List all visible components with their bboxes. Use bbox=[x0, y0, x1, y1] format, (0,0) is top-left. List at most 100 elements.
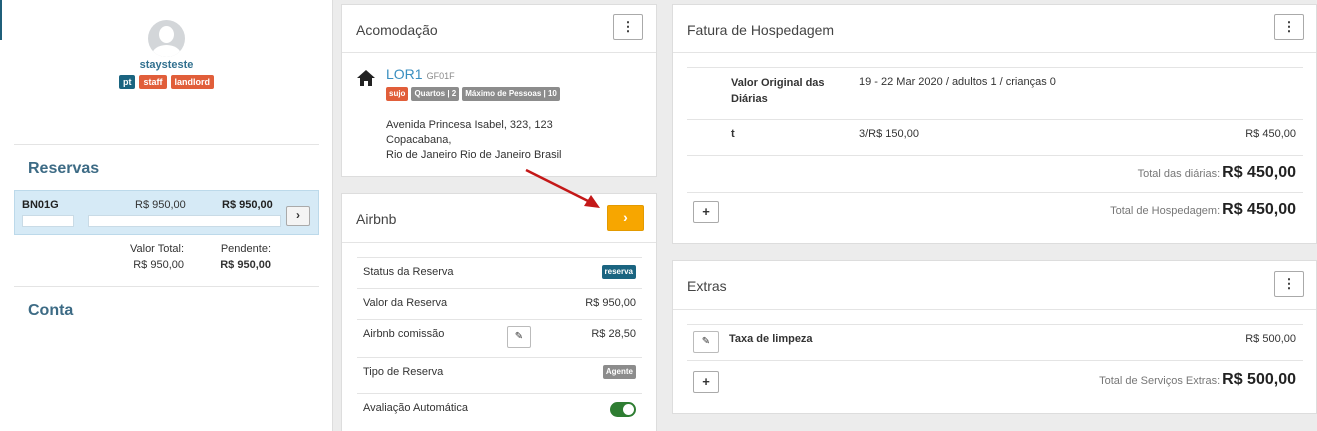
avatar[interactable] bbox=[148, 20, 185, 57]
extra-item-name: Taxa de limpeza bbox=[729, 333, 813, 345]
divider bbox=[673, 52, 1316, 53]
badge-language: pt bbox=[118, 75, 136, 89]
tag-rooms: Quartos | 2 bbox=[411, 87, 460, 101]
unit-tags: sujo Quartos | 2 Máximo de Pessoas | 10 bbox=[386, 87, 563, 101]
username: staysteste bbox=[139, 59, 194, 71]
airbnb-row-status: Status da Reserva reserva bbox=[357, 257, 642, 288]
reservation-row[interactable]: BN01G R$ 950,00 R$ 950,00 › bbox=[14, 190, 319, 235]
tag-status: sujo bbox=[386, 87, 409, 101]
commission-amount: R$ 28,50 bbox=[591, 328, 636, 340]
airbnb-row-type: Tipo de Reserva Agente bbox=[357, 357, 642, 388]
add-extra-button[interactable]: + bbox=[693, 371, 719, 393]
value-label: Valor da Reserva bbox=[363, 297, 448, 309]
reservas-title: Reservas bbox=[28, 160, 100, 177]
commission-label: Airbnb comissão bbox=[363, 328, 445, 340]
kebab-icon: ⋮ bbox=[1282, 19, 1296, 34]
invoice-panel: Fatura de Hospedagem ⋮ Valor Original da… bbox=[672, 4, 1317, 244]
divider bbox=[14, 144, 319, 145]
value-amount: R$ 950,00 bbox=[585, 297, 636, 309]
extra-item-value: R$ 500,00 bbox=[1245, 333, 1296, 345]
plus-icon: + bbox=[702, 374, 710, 389]
airbnb-title: Airbnb bbox=[356, 211, 397, 227]
sidebar-edge bbox=[0, 0, 2, 40]
total-extras-value: R$ 500,00 bbox=[1222, 371, 1296, 388]
total-diarias-label: Total das diárias: bbox=[1137, 168, 1221, 180]
annotation-arrow-icon bbox=[525, 168, 600, 208]
edit-commission-button[interactable]: ✎ bbox=[507, 326, 531, 348]
divider bbox=[687, 67, 1303, 68]
invoice-title: Fatura de Hospedagem bbox=[687, 22, 835, 38]
edit-extra-button[interactable]: ✎ bbox=[693, 331, 719, 353]
total-hospedagem: Total de Hospedagem: R$ 450,00 bbox=[1110, 201, 1296, 219]
type-badge: Agente bbox=[602, 365, 636, 379]
airbnb-row-value: Valor da Reserva R$ 950,00 bbox=[357, 288, 642, 319]
status-label: Status da Reserva bbox=[363, 266, 454, 278]
divider bbox=[687, 192, 1303, 193]
home-icon bbox=[357, 70, 375, 86]
total-hospedagem-label: Total de Hospedagem: bbox=[1110, 205, 1221, 217]
total-extras-label: Total de Serviços Extras: bbox=[1099, 375, 1221, 387]
total-label: Valor Total: bbox=[129, 243, 184, 255]
auto-review-label: Avaliação Automática bbox=[363, 402, 468, 414]
reservation-value: R$ 950,00 bbox=[135, 199, 186, 211]
unit-name[interactable]: LOR1 bbox=[386, 66, 423, 82]
airbnb-row-auto-review: Avaliação Automática bbox=[357, 393, 642, 424]
invoice-menu-button[interactable]: ⋮ bbox=[1274, 14, 1304, 40]
extras-title: Extras bbox=[687, 278, 727, 294]
original-value-label: Valor Original das Diárias bbox=[731, 77, 825, 105]
total-diarias: Total das diárias: R$ 450,00 bbox=[1138, 164, 1296, 182]
kebab-icon: ⋮ bbox=[621, 19, 635, 34]
type-label: Tipo de Reserva bbox=[363, 366, 444, 378]
line-name: t bbox=[731, 128, 735, 140]
divider bbox=[673, 309, 1316, 310]
pencil-icon: ✎ bbox=[514, 331, 524, 342]
reservation-field-1 bbox=[22, 215, 74, 227]
address-line: Rio de Janeiro Rio de Janeiro Brasil bbox=[386, 149, 562, 161]
total-diarias-value: R$ 450,00 bbox=[1222, 164, 1296, 181]
divider bbox=[687, 324, 1303, 325]
auto-review-toggle[interactable] bbox=[610, 402, 636, 417]
address: Avenida Princesa Isabel, 323, 123 Copaca… bbox=[386, 118, 561, 163]
total-extras: Total de Serviços Extras: R$ 500,00 bbox=[1099, 371, 1296, 389]
chevron-right-icon: › bbox=[296, 208, 300, 222]
pending-value: R$ 950,00 bbox=[220, 259, 271, 271]
status-badge: reserva bbox=[601, 265, 636, 279]
extras-panel: Extras ⋮ ✎ Taxa de limpeza R$ 500,00 + T… bbox=[672, 260, 1317, 414]
reservation-open-button[interactable]: › bbox=[286, 206, 310, 226]
tag-max-people: Máximo de Pessoas | 10 bbox=[462, 87, 560, 101]
accommodation-panel: Acomodação ⋮ LOR1 GF01F sujo Quartos | 2 … bbox=[341, 4, 657, 177]
airbnb-go-button[interactable]: › bbox=[607, 205, 644, 231]
divider bbox=[687, 155, 1303, 156]
reservation-pending: R$ 950,00 bbox=[222, 199, 273, 211]
line-total: R$ 450,00 bbox=[1245, 128, 1296, 140]
accommodation-menu-button[interactable]: ⋮ bbox=[613, 14, 643, 40]
extras-menu-button[interactable]: ⋮ bbox=[1274, 271, 1304, 297]
airbnb-row-commission: Airbnb comissão ✎ R$ 28,50 bbox=[357, 319, 642, 350]
divider bbox=[687, 360, 1303, 361]
unit-link[interactable]: LOR1 GF01F bbox=[386, 66, 455, 82]
address-line: Copacabana, bbox=[386, 134, 452, 146]
pencil-icon: ✎ bbox=[701, 336, 711, 347]
badge-landlord: landlord bbox=[170, 75, 214, 89]
user-badges: pt staff landlord bbox=[0, 75, 333, 89]
total-value: R$ 950,00 bbox=[133, 259, 184, 271]
divider bbox=[342, 242, 656, 243]
divider bbox=[687, 119, 1303, 120]
airbnb-panel: Airbnb › Status da Reserva reserva Valor… bbox=[341, 193, 657, 431]
address-line: Avenida Princesa Isabel, 323, 123 bbox=[386, 119, 553, 131]
unit-code: GF01F bbox=[426, 71, 455, 81]
sidebar: staysteste pt staff landlord Reservas BN… bbox=[0, 0, 333, 431]
divider bbox=[14, 286, 319, 287]
reservation-code: BN01G bbox=[22, 199, 59, 211]
divider bbox=[342, 52, 656, 53]
plus-icon: + bbox=[702, 204, 710, 219]
kebab-icon: ⋮ bbox=[1282, 276, 1296, 291]
total-hospedagem-value: R$ 450,00 bbox=[1222, 201, 1296, 218]
add-invoice-item-button[interactable]: + bbox=[693, 201, 719, 223]
line-qty: 3/R$ 150,00 bbox=[859, 128, 919, 140]
conta-title: Conta bbox=[28, 302, 74, 319]
accommodation-title: Acomodação bbox=[356, 22, 438, 38]
badge-staff: staff bbox=[139, 75, 167, 89]
reservation-field-2 bbox=[88, 215, 281, 227]
pending-label: Pendente: bbox=[220, 243, 271, 255]
